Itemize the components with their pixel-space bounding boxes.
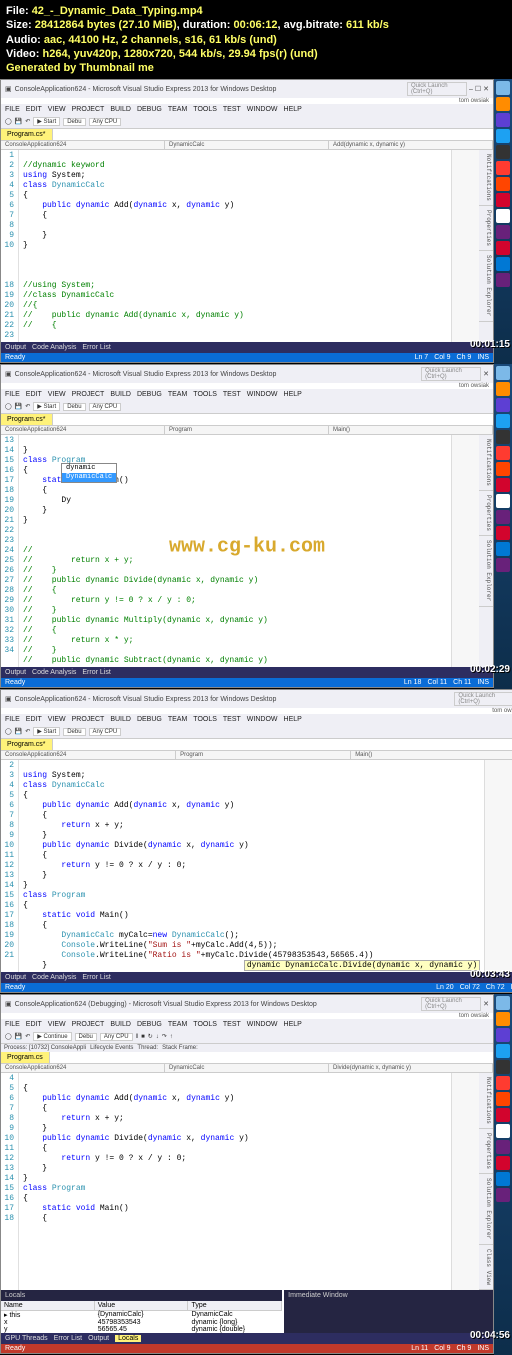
locals-grid[interactable]: NameValueType ▸ this{DynamicCalc}Dynamic…: [1, 1301, 282, 1333]
nav-member[interactable]: Add(dynamic x, dynamic y): [329, 141, 493, 149]
intellisense-item[interactable]: dynamic: [62, 464, 116, 473]
menu-edit[interactable]: EDIT: [26, 106, 42, 113]
locals-title: Locals: [1, 1290, 282, 1301]
stop-icon[interactable]: ■: [141, 1034, 145, 1040]
restart-icon[interactable]: ↻: [148, 1033, 153, 1040]
menu-debug[interactable]: DEBUG: [137, 106, 162, 113]
window-close-icon[interactable]: ✕: [483, 370, 489, 378]
window-min-icon[interactable]: –: [469, 86, 473, 93]
menu-view[interactable]: VIEW: [48, 106, 66, 113]
vs-panel-4: ▣ConsoleApplication624 (Debugging) - Mic…: [0, 994, 494, 1353]
output-tab[interactable]: Output: [5, 344, 26, 351]
save-icon[interactable]: 💾: [15, 118, 22, 125]
vs-icon: ▣: [5, 85, 12, 93]
thumbnail-header: File: 42_-_Dynamic_Data_Typing.mp4 Size:…: [0, 0, 512, 79]
config-dropdown[interactable]: Debu: [63, 118, 85, 126]
menu-help[interactable]: HELP: [284, 106, 302, 113]
platform-dropdown[interactable]: Any CPU: [89, 118, 122, 126]
step-into-icon[interactable]: ↓: [156, 1034, 159, 1040]
taskbar-icon[interactable]: [496, 145, 510, 159]
locals-row[interactable]: y56565.45dynamic {double}: [1, 1326, 282, 1333]
start-button[interactable]: ▶ Start: [33, 117, 60, 126]
titlebar: ▣ ConsoleApplication624 - Microsoft Visu…: [1, 80, 493, 98]
vs-panel-3: ▣ConsoleApplication624 - Microsoft Visua…: [0, 689, 512, 993]
toolbar: ◯ 💾 ↶ ▶ Start Debu Any CPU: [1, 115, 493, 129]
timestamp: 00:01:15: [470, 339, 510, 350]
window-close-icon[interactable]: ✕: [483, 85, 489, 93]
quick-launch[interactable]: Quick Launch (Ctrl+Q): [421, 367, 481, 381]
timestamp: 00:04:56: [470, 1330, 510, 1341]
immediate-window[interactable]: Immediate Window: [284, 1290, 493, 1333]
taskbar-icon[interactable]: [496, 113, 510, 127]
taskbar-icon[interactable]: [496, 81, 510, 95]
menu-build[interactable]: BUILD: [110, 106, 131, 113]
step-out-icon[interactable]: ↑: [170, 1034, 173, 1040]
tab-program[interactable]: Program.cs*: [1, 414, 53, 425]
taskbar-icon[interactable]: [496, 193, 510, 207]
continue-button[interactable]: ▶ Continue: [33, 1032, 71, 1041]
window-max-icon[interactable]: ☐: [475, 85, 481, 93]
code-editor[interactable]: 13 14 15 16 17 18 19 20 21 22 23 24 25 2…: [1, 435, 493, 667]
side-properties[interactable]: Properties: [479, 206, 493, 251]
taskbar-icon[interactable]: [496, 273, 510, 287]
watermark: www.cg-ku.com: [169, 534, 325, 559]
menu-tools[interactable]: TOOLS: [193, 106, 217, 113]
side-notifications[interactable]: Notifications: [479, 150, 493, 206]
taskbar-icon[interactable]: [496, 241, 510, 255]
code-editor[interactable]: 2 3 4 5 6 7 8 9 10 11 12 13 14 15 16 17 …: [1, 760, 512, 972]
menu-file[interactable]: FILE: [5, 106, 20, 113]
scroll-map[interactable]: [451, 150, 479, 342]
taskbar-icon[interactable]: [496, 97, 510, 111]
taskbar-icon[interactable]: [496, 129, 510, 143]
taskbar-icon[interactable]: [496, 225, 510, 239]
process-label: Process: [10732] ConsoleAppli: [4, 1045, 86, 1051]
locals-row[interactable]: ▸ this{DynamicCalc}DynamicCalc: [1, 1311, 282, 1319]
nav-namespace[interactable]: ConsoleApplication624: [1, 141, 165, 149]
code-analysis-tab[interactable]: Code Analysis: [32, 344, 76, 351]
taskbar-icon[interactable]: [496, 177, 510, 191]
undo-icon[interactable]: ↶: [25, 118, 30, 125]
code-editor[interactable]: 1 2 3 4 5 6 7 8 9 10 18 19 20 21 22 23 /…: [1, 150, 493, 342]
menu-team[interactable]: TEAM: [168, 106, 187, 113]
side-solution-explorer[interactable]: Solution Explorer: [479, 251, 493, 321]
error-list-tab[interactable]: Error List: [82, 344, 110, 351]
menu-window[interactable]: WINDOW: [247, 106, 278, 113]
tab-program[interactable]: Program.cs*: [1, 129, 53, 140]
code-editor[interactable]: 4 5 6 7 8 9 10 11 12 13 14 15 16 17 18 {…: [1, 1073, 493, 1289]
line-gutter: 1 2 3 4 5 6 7 8 9 10 18 19 20 21 22 23: [1, 150, 19, 342]
nav-back-icon[interactable]: ◯: [5, 118, 12, 125]
taskbar-icon[interactable]: [496, 161, 510, 175]
timestamp: 00:03:43: [470, 969, 510, 980]
os-taskbar: [494, 79, 512, 364]
vs-panel-2: ▣ConsoleApplication624 - Microsoft Visua…: [0, 364, 494, 688]
pause-icon[interactable]: ‖: [136, 1034, 138, 1040]
menu-project[interactable]: PROJECT: [72, 106, 105, 113]
intellisense-selected[interactable]: DynamicCalc: [62, 473, 116, 482]
step-over-icon[interactable]: ↷: [162, 1033, 167, 1040]
param-tooltip: dynamic DynamicCalc.Divide(dynamic x, dy…: [244, 960, 480, 971]
taskbar-icon[interactable]: [496, 257, 510, 271]
menubar: FILE EDIT VIEW PROJECT BUILD DEBUG TEAM …: [1, 104, 493, 115]
vs-panel-1: ▣ ConsoleApplication624 - Microsoft Visu…: [0, 79, 494, 363]
status-ready: Ready: [5, 354, 25, 361]
taskbar-icon[interactable]: [496, 209, 510, 223]
timestamp: 00:02:29: [470, 664, 510, 675]
intellisense-popup[interactable]: dynamic DynamicCalc: [61, 463, 117, 483]
nav-class[interactable]: DynamicCalc: [165, 141, 329, 149]
quick-launch[interactable]: Quick Launch (Ctrl+Q): [407, 82, 467, 96]
menu-test[interactable]: TEST: [223, 106, 241, 113]
locals-row[interactable]: x45798353543dynamic {long}: [1, 1319, 282, 1326]
